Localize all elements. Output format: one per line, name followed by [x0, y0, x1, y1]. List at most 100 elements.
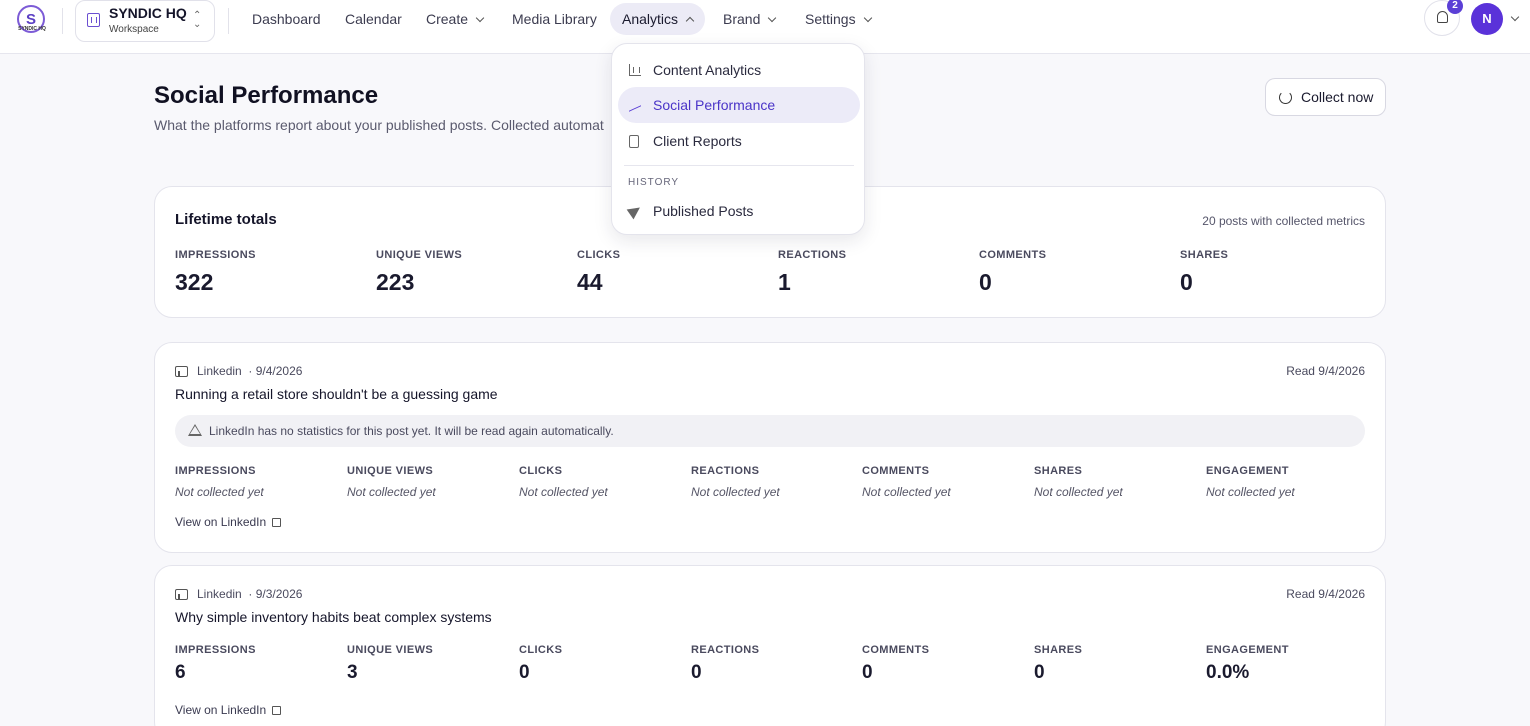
post-metric-shares: Shares Not collected yet	[1034, 465, 1123, 499]
metric-value: 6	[175, 662, 186, 683]
notification-count-badge: 2	[1447, 0, 1463, 14]
view-on-linkedin-link[interactable]: View on LinkedIn	[175, 703, 282, 717]
post-date: · 9/3/2026	[248, 587, 303, 601]
metric-value: Not collected yet	[1034, 485, 1123, 499]
nav-analytics-label: Analytics	[622, 11, 679, 27]
metric-label: Unique views	[347, 465, 434, 477]
post-platform: Linkedin	[197, 364, 242, 378]
metric-value: Not collected yet	[347, 485, 436, 499]
menu-item-label: Client Reports	[653, 133, 742, 149]
chevron-down-icon[interactable]	[1510, 12, 1520, 22]
metric-value: Not collected yet	[691, 485, 780, 499]
refresh-icon	[1279, 91, 1292, 104]
metric-label: Clicks	[519, 644, 563, 656]
nav-brand-label: Brand	[723, 11, 761, 27]
total-shares: Shares 0	[1180, 249, 1228, 296]
workspace-name: SYNDIC HQ	[109, 5, 187, 21]
total-unique-views: Unique views 223	[376, 249, 462, 296]
metric-label: Unique views	[347, 644, 434, 656]
post-metric-reactions: Reactions Not collected yet	[691, 465, 780, 499]
collected-posts-count: 20 posts with collected metrics	[1202, 214, 1365, 228]
total-reactions: Reactions 1	[778, 249, 846, 296]
metric-label: Impressions	[175, 644, 256, 656]
metric-value: Not collected yet	[1206, 485, 1295, 499]
nav-brand[interactable]: Brand	[711, 3, 787, 35]
metric-value: 223	[376, 269, 415, 295]
chevron-up-down-icon: ⌃ ⌄	[193, 10, 202, 30]
nav-calendar[interactable]: Calendar	[333, 3, 414, 35]
metric-label: Clicks	[577, 249, 621, 261]
workspace-switcher[interactable]: SYNDIC HQ Workspace ⌃ ⌄	[75, 0, 215, 42]
user-avatar[interactable]: N	[1471, 3, 1503, 35]
workspace-label: Workspace	[109, 24, 159, 35]
metric-label: Engagement	[1206, 644, 1289, 656]
warning-text: LinkedIn has no statistics for this post…	[209, 424, 614, 438]
menu-item-published-posts[interactable]: Published Posts	[618, 193, 860, 229]
menu-item-label: Published Posts	[653, 203, 754, 219]
bell-icon	[1437, 11, 1448, 23]
metric-value: 0	[1180, 269, 1193, 295]
post-card: Linkedin · 9/3/2026 Read 9/4/2026 Why si…	[154, 565, 1386, 726]
menu-item-content-analytics[interactable]: Content Analytics	[618, 52, 860, 88]
metric-label: Impressions	[175, 249, 256, 261]
collect-now-button[interactable]: Collect now	[1265, 78, 1386, 116]
nav-create-label: Create	[426, 11, 469, 27]
metric-value: 322	[175, 269, 214, 295]
logo-mark: S	[25, 10, 36, 28]
collect-now-label: Collect now	[1301, 89, 1374, 105]
post-read-date: Read 9/4/2026	[1286, 587, 1365, 601]
metric-label: Reactions	[778, 249, 847, 261]
chevron-up-icon	[685, 16, 695, 26]
metric-label: Shares	[1034, 465, 1083, 477]
metric-value: 0.0%	[1206, 662, 1250, 683]
metric-label: Comments	[979, 249, 1047, 261]
linkedin-icon	[175, 588, 188, 600]
nav-media-library[interactable]: Media Library	[500, 3, 609, 35]
trending-up-icon	[629, 98, 641, 112]
view-link-label: View on LinkedIn	[175, 515, 267, 529]
post-read-date: Read 9/4/2026	[1286, 364, 1365, 378]
metric-value: 0	[1034, 662, 1045, 683]
chevron-down-icon	[863, 13, 872, 23]
post-date: · 9/4/2026	[248, 364, 303, 378]
card-title: Lifetime totals	[175, 211, 277, 228]
menu-divider	[624, 165, 854, 166]
page-title: Social Performance	[154, 82, 379, 109]
menu-item-social-performance[interactable]: Social Performance	[618, 87, 860, 123]
post-meta: Linkedin · 9/4/2026	[175, 364, 302, 378]
post-metric-clicks: Clicks Not collected yet	[519, 465, 608, 499]
metric-label: Impressions	[175, 465, 256, 477]
menu-item-label: Social Performance	[653, 97, 776, 113]
nav-divider	[228, 8, 229, 34]
post-metric-impressions: Impressions 6	[175, 644, 256, 684]
metric-value: 44	[577, 269, 603, 295]
metric-value: Not collected yet	[175, 485, 264, 499]
metric-value: 0	[519, 662, 530, 683]
metric-value: 1	[778, 269, 791, 295]
nav-settings-label: Settings	[805, 11, 856, 27]
analytics-dropdown-menu: Content Analytics Social Performance Cli…	[611, 43, 865, 235]
metric-value: 0	[862, 662, 873, 683]
post-metric-clicks: Clicks 0	[519, 644, 562, 684]
nav-analytics[interactable]: Analytics	[610, 3, 706, 35]
post-metric-reactions: Reactions 0	[691, 644, 759, 684]
nav-dashboard[interactable]: Dashboard	[240, 3, 333, 35]
view-on-linkedin-link[interactable]: View on LinkedIn	[175, 515, 282, 529]
metric-value: Not collected yet	[862, 485, 951, 499]
nav-create[interactable]: Create	[414, 3, 495, 35]
post-metric-unique-views: Unique views Not collected yet	[347, 465, 436, 499]
nav-settings[interactable]: Settings	[793, 3, 883, 35]
metric-label: Unique views	[376, 249, 463, 261]
post-metric-impressions: Impressions Not collected yet	[175, 465, 264, 499]
metric-label: Clicks	[519, 465, 563, 477]
metric-label: Reactions	[691, 644, 760, 656]
external-link-icon	[272, 518, 282, 527]
menu-item-client-reports[interactable]: Client Reports	[618, 123, 860, 159]
post-metric-engagement: Engagement Not collected yet	[1206, 465, 1295, 499]
metric-label: Shares	[1180, 249, 1229, 261]
menu-section-history: HISTORY	[628, 177, 680, 188]
metric-label: Engagement	[1206, 465, 1289, 477]
metric-label: Shares	[1034, 644, 1083, 656]
send-icon	[626, 202, 644, 220]
warning-icon	[188, 424, 202, 436]
